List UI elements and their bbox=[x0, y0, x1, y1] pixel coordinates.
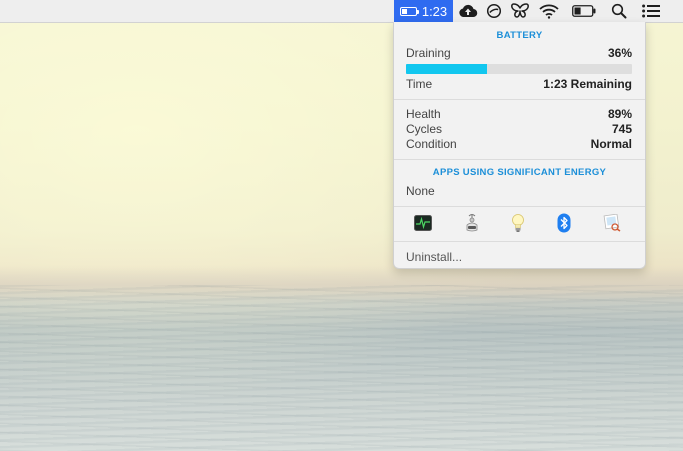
time-label: Time bbox=[406, 77, 433, 91]
cycles-row: Cycles 745 bbox=[406, 122, 632, 137]
divider bbox=[394, 99, 645, 100]
draining-value: 36% bbox=[607, 46, 632, 60]
health-label: Health bbox=[406, 107, 441, 121]
wallpaper-sea bbox=[0, 285, 683, 451]
divider bbox=[394, 241, 645, 242]
time-row: Time 1:23 Remaining bbox=[406, 77, 632, 92]
battery-section-title: BATTERY bbox=[496, 30, 543, 41]
uninstall-menu-item[interactable]: Uninstall... bbox=[406, 250, 462, 264]
menu-bar: 1:23 bbox=[0, 0, 683, 23]
condition-value: Normal bbox=[590, 137, 632, 151]
do-not-disturb-icon[interactable] bbox=[483, 0, 505, 22]
health-row: Health 89% bbox=[406, 107, 632, 122]
health-value: 89% bbox=[607, 107, 632, 121]
tool-shortcuts bbox=[394, 207, 645, 237]
notification-center-icon[interactable] bbox=[639, 0, 663, 22]
cycles-label: Cycles bbox=[406, 122, 443, 136]
wifi-icon[interactable] bbox=[537, 0, 561, 22]
lightbulb-icon[interactable] bbox=[508, 213, 528, 233]
battery-popover-menu: BATTERY Draining 36% Time 1:23 Remaining… bbox=[393, 22, 646, 269]
divider bbox=[394, 159, 645, 160]
condition-label: Condition bbox=[406, 137, 457, 151]
cloud-upload-icon[interactable] bbox=[456, 0, 480, 22]
draining-label: Draining bbox=[406, 46, 451, 60]
battery-progress-bar bbox=[406, 64, 632, 74]
condition-row: Condition Normal bbox=[406, 137, 632, 152]
butterfly-icon[interactable] bbox=[508, 0, 532, 22]
time-value: 1:23 Remaining bbox=[543, 77, 632, 91]
draining-row: Draining 36% bbox=[406, 46, 632, 61]
cycles-value: 745 bbox=[611, 122, 632, 136]
apps-none-text: None bbox=[406, 184, 435, 198]
apps-row: None bbox=[406, 184, 632, 199]
battery-progress-fill bbox=[406, 64, 488, 74]
preview-icon[interactable] bbox=[602, 213, 622, 233]
energy-saver-icon[interactable] bbox=[462, 213, 482, 233]
apps-section-title: APPS USING SIGNIFICANT ENERGY bbox=[432, 167, 607, 178]
battery-menu-extra[interactable]: 1:23 bbox=[394, 0, 453, 22]
battery-icon[interactable] bbox=[570, 0, 598, 22]
bluetooth-icon[interactable] bbox=[554, 213, 574, 233]
spotlight-search-icon[interactable] bbox=[607, 0, 631, 22]
battery-status-icon bbox=[399, 6, 419, 16]
activity-monitor-icon[interactable] bbox=[413, 213, 433, 233]
battery-time-text: 1:23 bbox=[421, 3, 448, 19]
